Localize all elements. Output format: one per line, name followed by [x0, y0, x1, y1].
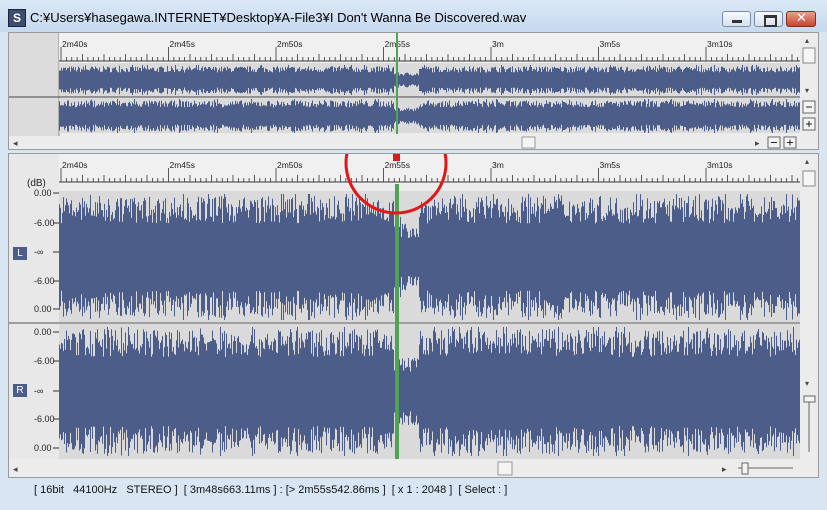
- ruler-tick-label: 3m10s: [707, 39, 733, 49]
- status-bar: [ 16bit 44100Hz STEREO ] [ 3m48s663.11ms…: [8, 480, 819, 500]
- waveform-right-channel[interactable]: [59, 327, 800, 456]
- ruler-tick-label: 2m45s: [170, 39, 196, 49]
- status-text: [ 16bit 44100Hz STEREO ] [ 3m48s663.11ms…: [34, 484, 508, 496]
- ruler-tick-label: 2m45s: [170, 160, 196, 170]
- db-scale-label: 0.00: [34, 304, 52, 314]
- minimize-button[interactable]: [722, 11, 751, 27]
- ruler-tick-label: 3m5s: [600, 160, 621, 170]
- ruler-tick-label: 2m40s: [62, 160, 88, 170]
- main-hscrollbar[interactable]: [9, 461, 818, 477]
- overview-pane: 2m40s2m45s2m50s2m55s3m3m5s3m10s ◂ ▸ ▴ ▾: [8, 32, 819, 150]
- svg-text:▾: ▾: [805, 86, 809, 95]
- close-button[interactable]: ✕: [786, 11, 816, 27]
- db-scale-label: -∞: [34, 386, 43, 396]
- db-scale-label: -∞: [34, 247, 43, 257]
- svg-text:▾: ▾: [805, 379, 809, 388]
- ruler-tick-label: 3m10s: [707, 160, 733, 170]
- db-scale-label: -6.00: [34, 218, 55, 228]
- minimize-icon: [732, 20, 742, 23]
- scroll-right-arrow-icon: ▸: [755, 139, 760, 149]
- app-icon[interactable]: S: [8, 9, 26, 27]
- overview-canvas: 2m40s2m45s2m50s2m55s3m3m5s3m10s ◂ ▸ ▴ ▾: [9, 33, 818, 149]
- waveform-editor-pane: 2m40s 2m45s 2m50s 2m55s 3m 3m5s 3m10s (dB) 0.0…: [8, 153, 819, 478]
- overview-hscrollbar[interactable]: [9, 136, 818, 149]
- ruler-tick-label: 3m: [492, 39, 504, 49]
- db-scale-label: -6.00: [34, 414, 55, 424]
- main-scroll-right-icon: ▸: [722, 465, 727, 475]
- title-bar: S C:¥Users¥hasegawa.INTERNET¥Desktop¥A-F…: [0, 0, 827, 32]
- db-scale-label: -6.00: [34, 356, 55, 366]
- vzoom-slider-thumb[interactable]: [803, 395, 816, 403]
- maximize-button[interactable]: [754, 11, 783, 27]
- maximize-icon: [764, 15, 777, 27]
- window-title: C:¥Users¥hasegawa.INTERNET¥Desktop¥A-Fil…: [30, 10, 527, 25]
- ruler-tick-label: 2m50s: [277, 39, 303, 49]
- svg-text:▴: ▴: [805, 36, 809, 45]
- channel-label-left: L: [13, 247, 27, 260]
- ruler-tick-label: 2m55s: [385, 160, 411, 170]
- channel-label-right: R: [13, 384, 27, 397]
- db-scale-label: -6.00: [34, 276, 55, 286]
- zoom-slider-thumb[interactable]: [741, 462, 749, 475]
- ruler-tick-label: 2m50s: [277, 160, 303, 170]
- main-vscroll-thumb[interactable]: [802, 170, 816, 187]
- db-scale-label: 0.00: [34, 443, 52, 453]
- application-window: S C:¥Users¥hasegawa.INTERNET¥Desktop¥A-F…: [0, 0, 827, 510]
- ruler-tick-label: 2m40s: [62, 39, 88, 49]
- playhead-marker[interactable]: [393, 154, 400, 161]
- ruler-tick-label: 3m: [492, 160, 504, 170]
- svg-text:▴: ▴: [805, 157, 809, 166]
- main-scroll-left-icon: ◂: [13, 465, 18, 475]
- main-canvas: 2m40s 2m45s 2m50s 2m55s 3m 3m5s 3m10s (dB) 0.0…: [9, 154, 818, 477]
- ruler-tick-label: 3m5s: [600, 39, 621, 49]
- overview-vscroll-thumb[interactable]: [802, 47, 816, 64]
- overview-hscroll-thumb[interactable]: [521, 136, 536, 149]
- db-scale-label: 0.00: [34, 188, 52, 198]
- scroll-left-arrow-icon: ◂: [13, 139, 18, 149]
- close-icon: ✕: [796, 11, 807, 26]
- main-hscroll-thumb[interactable]: [497, 461, 513, 476]
- db-scale-label: 0.00: [34, 327, 52, 337]
